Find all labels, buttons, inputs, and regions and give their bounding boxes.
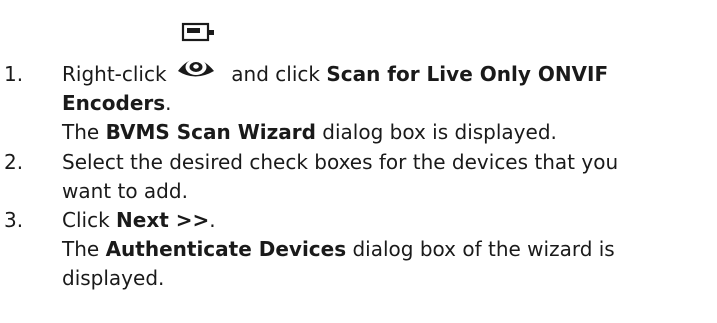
step-number: 2. (4, 150, 24, 174)
step-text: and click (231, 62, 320, 86)
dialog-name: BVMS Scan Wizard (105, 120, 316, 144)
step-line: The BVMS Scan Wizard dialog box is displ… (62, 118, 712, 147)
step-text: dialog box of the wizard is (352, 237, 615, 261)
menu-command-label: Scan for Live Only ONVIF (326, 62, 609, 86)
step-text: . (165, 91, 172, 115)
step-line: Right-click and click Scan for Live Only… (62, 22, 712, 89)
step-number: 3. (4, 208, 24, 232)
step-text: The (62, 120, 100, 144)
menu-command-label: Encoders (62, 91, 166, 115)
step-text: displayed. (62, 266, 165, 290)
step-number: 1. (4, 62, 24, 86)
step-line: Click Next >>. (62, 206, 712, 235)
step-line: Encoders. (62, 89, 712, 118)
dialog-name: Authenticate Devices (105, 237, 347, 261)
step-text: . (209, 208, 216, 232)
step-text: The (62, 237, 100, 261)
step-text: dialog box is displayed. (322, 120, 557, 144)
step-line: The Authenticate Devices dialog box of t… (62, 235, 712, 264)
step-body: Select the desired check boxes for the d… (62, 148, 712, 206)
step-text: want to add. (62, 179, 188, 203)
step-body: Right-click and click Scan for Live Only… (62, 22, 712, 147)
button-label: Next >> (116, 208, 210, 232)
step-text: Click (62, 208, 110, 232)
onvif-live-encoder-icon (173, 22, 225, 89)
step-body: Click Next >>. The Authenticate Devices … (62, 206, 712, 293)
step-text: Select the desired check boxes for the d… (62, 150, 619, 174)
step-text: Right-click (62, 62, 167, 86)
